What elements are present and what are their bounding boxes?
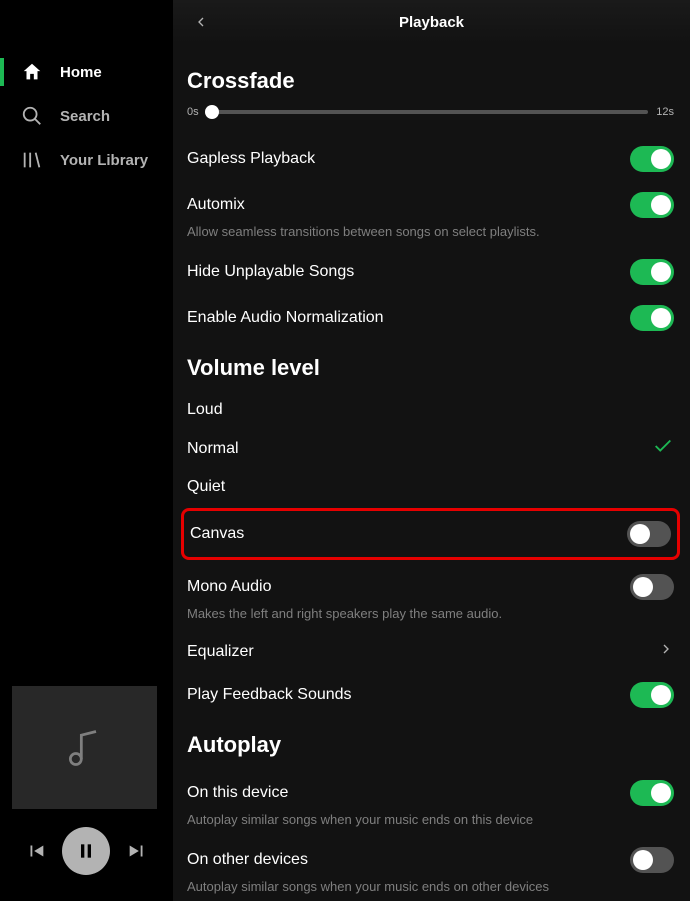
volume-option-quiet[interactable]: Quiet bbox=[187, 470, 674, 504]
crossfade-slider[interactable] bbox=[207, 110, 649, 114]
sidebar-item-home[interactable]: Home bbox=[0, 50, 173, 94]
next-button[interactable] bbox=[123, 837, 151, 865]
canvas-toggle[interactable] bbox=[627, 521, 671, 547]
previous-button[interactable] bbox=[22, 837, 50, 865]
setting-label: Gapless Playback bbox=[187, 150, 315, 168]
search-icon bbox=[20, 104, 44, 128]
setting-equalizer[interactable]: Equalizer bbox=[187, 631, 674, 672]
crossfade-slider-row: 0s 12s bbox=[187, 106, 674, 118]
crossfade-max-label: 12s bbox=[656, 106, 674, 118]
album-art[interactable] bbox=[12, 686, 157, 809]
chevron-right-icon bbox=[658, 641, 674, 662]
main-panel: Playback Crossfade 0s 12s Gapless Playba… bbox=[173, 0, 690, 901]
setting-autoplay-this-device: On this device bbox=[187, 770, 674, 816]
setting-autoplay-other-devices: On other devices bbox=[187, 837, 674, 883]
setting-label: Mono Audio bbox=[187, 578, 272, 596]
setting-label: On other devices bbox=[187, 851, 308, 869]
option-label: Quiet bbox=[187, 478, 225, 496]
automix-desc: Allow seamless transitions between songs… bbox=[187, 224, 674, 239]
volume-option-normal[interactable]: Normal bbox=[187, 427, 674, 470]
setting-automix: Automix bbox=[187, 182, 674, 228]
pause-button[interactable] bbox=[62, 827, 110, 875]
sidebar-item-search[interactable]: Search bbox=[0, 94, 173, 138]
player-controls bbox=[12, 827, 161, 889]
check-icon bbox=[652, 435, 674, 462]
canvas-highlight: Canvas bbox=[181, 508, 680, 560]
autoplay-other-toggle[interactable] bbox=[630, 847, 674, 873]
feedback-toggle[interactable] bbox=[630, 682, 674, 708]
chevron-left-icon bbox=[193, 14, 209, 30]
setting-label: Automix bbox=[187, 196, 245, 214]
autoplay-this-desc: Autoplay similar songs when your music e… bbox=[187, 812, 674, 827]
setting-normalization: Enable Audio Normalization bbox=[187, 295, 674, 341]
automix-toggle[interactable] bbox=[630, 192, 674, 218]
setting-label: Hide Unplayable Songs bbox=[187, 263, 354, 281]
setting-canvas: Canvas bbox=[190, 513, 671, 555]
setting-label: Play Feedback Sounds bbox=[187, 686, 352, 704]
mono-toggle[interactable] bbox=[630, 574, 674, 600]
nav: Home Search Your Library bbox=[0, 0, 173, 182]
now-playing bbox=[0, 674, 173, 901]
setting-label: Canvas bbox=[190, 525, 244, 543]
page-title: Playback bbox=[399, 14, 464, 31]
section-autoplay-title: Autoplay bbox=[187, 732, 674, 758]
header: Playback bbox=[173, 0, 690, 44]
section-crossfade-title: Crossfade bbox=[187, 68, 674, 94]
autoplay-this-toggle[interactable] bbox=[630, 780, 674, 806]
library-icon bbox=[20, 148, 44, 172]
sidebar-item-label: Your Library bbox=[60, 152, 148, 169]
gapless-toggle[interactable] bbox=[630, 146, 674, 172]
setting-hide-unplayable: Hide Unplayable Songs bbox=[187, 249, 674, 295]
sidebar-item-library[interactable]: Your Library bbox=[0, 138, 173, 182]
setting-label: On this device bbox=[187, 784, 288, 802]
hide-unplayable-toggle[interactable] bbox=[630, 259, 674, 285]
mono-desc: Makes the left and right speakers play t… bbox=[187, 606, 674, 621]
sidebar-item-label: Search bbox=[60, 108, 110, 125]
section-volume-title: Volume level bbox=[187, 355, 674, 381]
volume-option-loud[interactable]: Loud bbox=[187, 393, 674, 427]
slider-thumb[interactable] bbox=[205, 105, 219, 119]
option-label: Normal bbox=[187, 440, 239, 458]
setting-label: Enable Audio Normalization bbox=[187, 309, 384, 327]
setting-feedback: Play Feedback Sounds bbox=[187, 672, 674, 718]
setting-label: Equalizer bbox=[187, 643, 254, 661]
setting-gapless: Gapless Playback bbox=[187, 136, 674, 182]
crossfade-min-label: 0s bbox=[187, 106, 199, 118]
option-label: Loud bbox=[187, 401, 223, 419]
sidebar-item-label: Home bbox=[60, 64, 102, 81]
autoplay-other-desc: Autoplay similar songs when your music e… bbox=[187, 879, 674, 894]
back-button[interactable] bbox=[189, 10, 213, 34]
normalization-toggle[interactable] bbox=[630, 305, 674, 331]
content: Crossfade 0s 12s Gapless Playback Automi… bbox=[173, 44, 690, 901]
sidebar: Home Search Your Library bbox=[0, 0, 173, 901]
setting-mono: Mono Audio bbox=[187, 564, 674, 610]
home-icon bbox=[20, 60, 44, 84]
music-note-icon bbox=[63, 726, 107, 770]
